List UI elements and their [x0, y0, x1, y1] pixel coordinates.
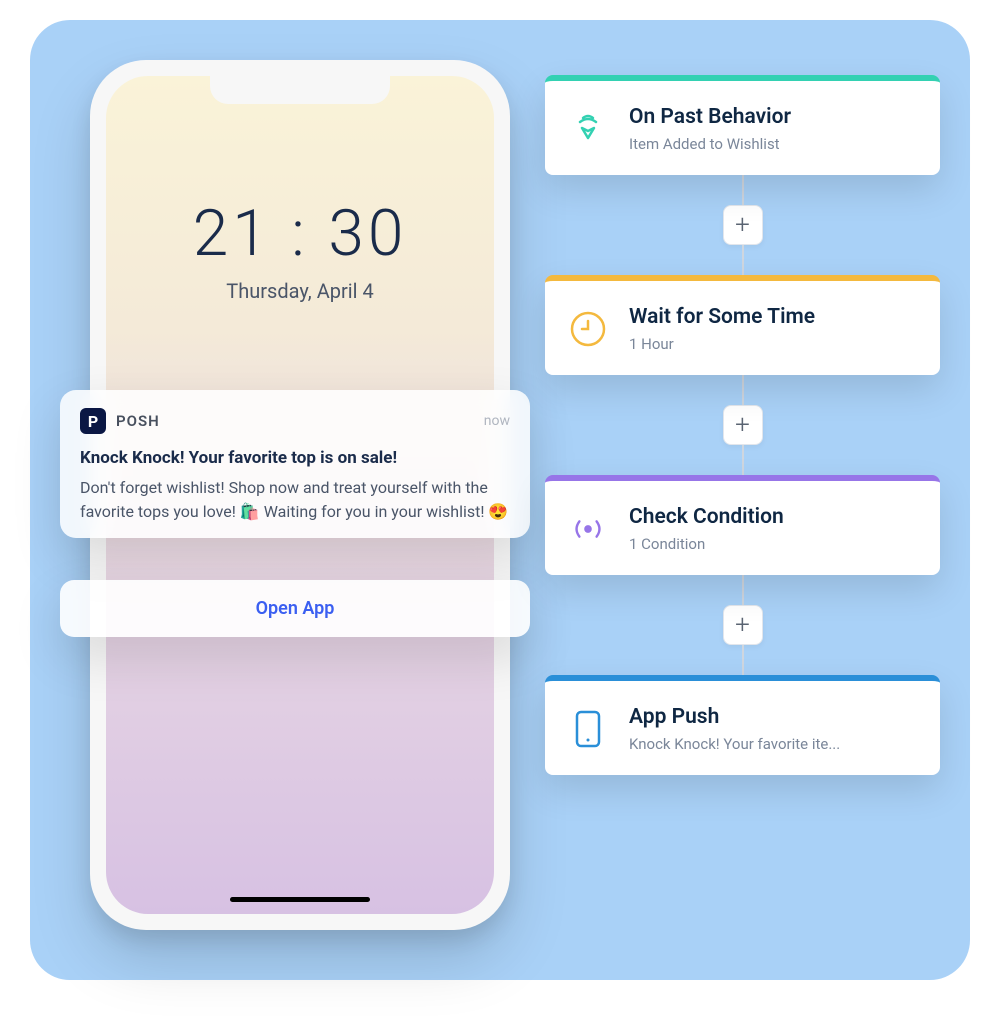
flow-node-subtitle: Item Added to Wishlist [629, 135, 791, 153]
app-name: POSH [116, 412, 160, 430]
home-indicator [230, 897, 370, 902]
flow-node-subtitle: Knock Knock! Your favorite ite... [629, 735, 840, 753]
add-step-button[interactable]: + [723, 205, 763, 245]
connector-line [742, 445, 744, 475]
phone-notch [210, 76, 390, 104]
flow-node-title: Check Condition [629, 505, 784, 529]
push-notification-card[interactable]: P POSH now Knock Knock! Your favorite to… [60, 390, 530, 538]
flow-node-subtitle: 1 Condition [629, 535, 784, 553]
phone-icon [567, 708, 609, 750]
connector-line [742, 375, 744, 405]
clock-icon [567, 308, 609, 350]
lock-screen-clock: 21 : 30 Thursday, April 4 [106, 196, 494, 303]
flow-node-title: Wait for Some Time [629, 305, 815, 329]
add-step-button[interactable]: + [723, 405, 763, 445]
flow-connector: + [723, 575, 763, 675]
open-app-button[interactable]: Open App [60, 580, 530, 637]
notification-header: P POSH now [80, 408, 510, 434]
flow-node-subtitle: 1 Hour [629, 335, 815, 353]
notification-timestamp: now [484, 413, 510, 429]
flow-node-title: App Push [629, 705, 840, 729]
notification-body: Don't forget wishlist! Shop now and trea… [80, 476, 510, 524]
open-app-label: Open App [256, 598, 335, 619]
flow-connector: + [723, 375, 763, 475]
signal-icon [567, 508, 609, 550]
connector-line [742, 575, 744, 605]
flow-node-trigger[interactable]: On Past Behavior Item Added to Wishlist [545, 75, 940, 175]
connector-line [742, 245, 744, 275]
canvas: 21 : 30 Thursday, April 4 P POSH now Kno… [0, 0, 1003, 1024]
add-step-button[interactable]: + [723, 605, 763, 645]
lock-date: Thursday, April 4 [106, 279, 494, 303]
flow-node-condition[interactable]: Check Condition 1 Condition [545, 475, 940, 575]
connector-line [742, 645, 744, 675]
flow-node-title: On Past Behavior [629, 105, 791, 129]
connector-line [742, 175, 744, 205]
flow-node-push[interactable]: App Push Knock Knock! Your favorite ite.… [545, 675, 940, 775]
app-icon-letter: P [88, 412, 98, 431]
lock-time: 21 : 30 [106, 196, 494, 271]
notification-title: Knock Knock! Your favorite top is on sal… [80, 448, 510, 468]
flow-node-wait[interactable]: Wait for Some Time 1 Hour [545, 275, 940, 375]
flow-connector: + [723, 175, 763, 275]
workflow-flow: On Past Behavior Item Added to Wishlist … [545, 75, 940, 775]
beacon-icon [567, 108, 609, 150]
app-icon: P [80, 408, 106, 434]
